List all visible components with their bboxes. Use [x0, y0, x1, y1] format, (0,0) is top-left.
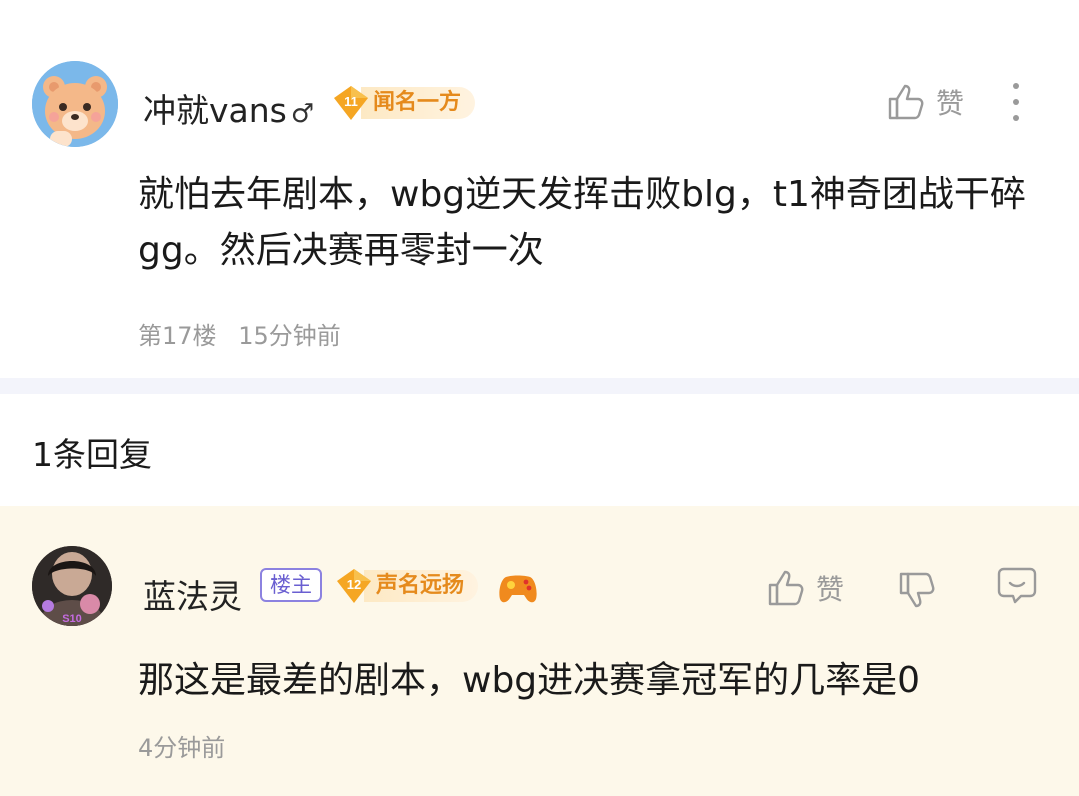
avatar-label: S10 — [62, 613, 82, 625]
reply-username[interactable]: 蓝法灵 — [143, 570, 242, 618]
level-diamond-icon: 11 — [334, 86, 368, 120]
reply-level-number: 12 — [347, 577, 361, 592]
post-content: 就怕去年剧本，wbg逆天发挥击败blg，t1神奇团战干碎gg。然后决赛再零封一次 — [138, 174, 1026, 271]
like-label: 赞 — [936, 87, 965, 120]
section-divider — [0, 378, 1079, 394]
level-diamond-icon: 12 — [337, 569, 371, 603]
reply-like-label: 赞 — [816, 573, 845, 606]
like-button[interactable]: 赞 — [886, 82, 964, 122]
reply-item: S10 蓝法灵 楼主 12 声名远扬 赞 那这是最差的剧本，wbg进决赛拿冠军的… — [0, 506, 1079, 796]
thumbs-down-icon[interactable] — [897, 570, 937, 612]
thumbs-up-icon — [768, 570, 804, 606]
owner-tag: 楼主 — [260, 568, 322, 602]
reply-content: 那这是最差的剧本，wbg进决赛拿冠军的几率是0 — [138, 660, 921, 701]
user-avatar[interactable] — [32, 61, 118, 147]
thumbs-up-icon — [888, 84, 924, 120]
bear-avatar-icon — [32, 61, 118, 147]
game-controller-icon — [499, 575, 537, 603]
level-title: 闻名一方 — [361, 87, 476, 119]
reply-count-header: 1条回复 — [32, 435, 152, 474]
post-meta: 第17楼 15分钟前 — [138, 316, 341, 351]
comment-icon[interactable] — [996, 566, 1038, 606]
more-vertical-icon[interactable] — [1004, 80, 1028, 124]
photo-avatar-icon: S10 — [32, 546, 112, 626]
reply-level-title: 声名远扬 — [364, 570, 479, 602]
reply-level-badge[interactable]: 12 声名远扬 — [336, 569, 479, 603]
post-username[interactable]: 冲就vans ♂ — [143, 84, 314, 132]
floor-number: 第17楼 — [138, 322, 217, 350]
post-time: 15分钟前 — [238, 322, 341, 350]
level-badge[interactable]: 11 闻名一方 — [333, 86, 476, 120]
level-number: 11 — [344, 94, 358, 109]
comment-post: 冲就vans ♂ 11 闻名一方 赞 就怕去年剧本，wbg逆天发挥击败blg，t1… — [0, 0, 1079, 378]
gender-icon: ♂ — [290, 99, 315, 129]
reply-avatar[interactable]: S10 — [32, 546, 112, 626]
reply-like-button[interactable]: 赞 — [766, 568, 844, 608]
username-text: 冲就vans — [143, 91, 287, 130]
reply-time: 4分钟前 — [138, 734, 226, 762]
